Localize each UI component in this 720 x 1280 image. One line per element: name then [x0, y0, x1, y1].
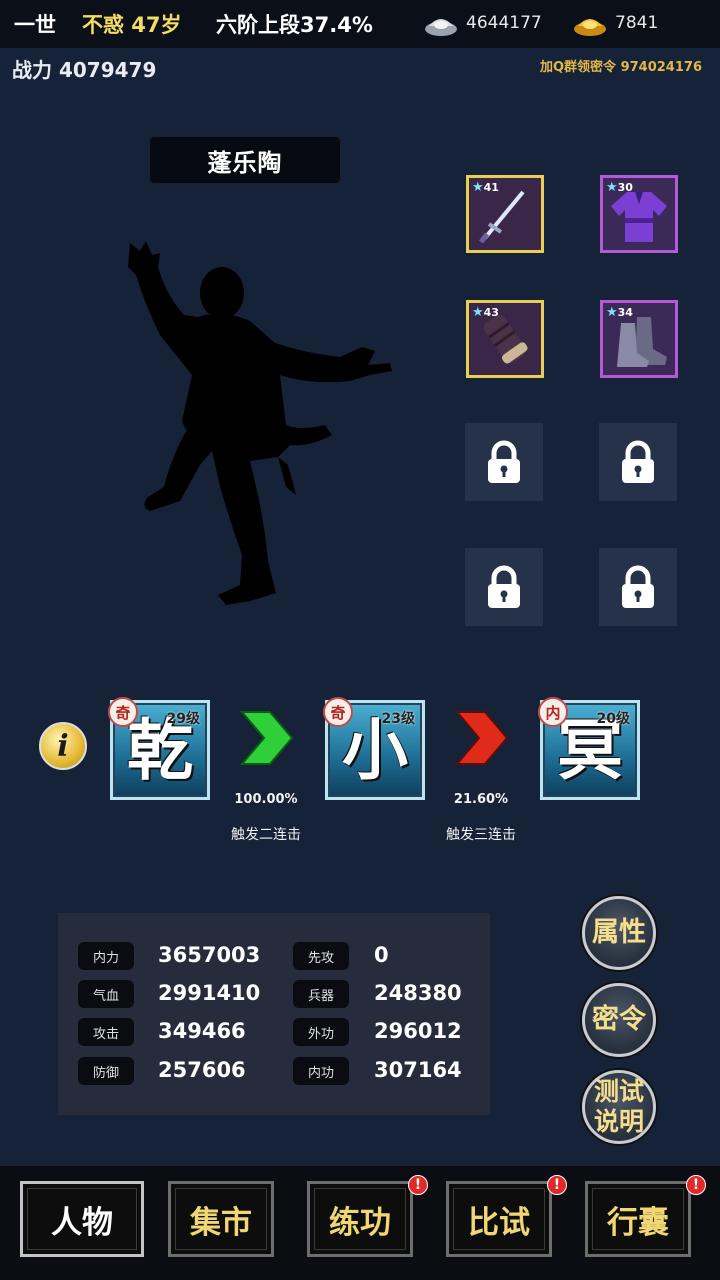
lock-icon: [488, 440, 520, 483]
equip-slot-bracer[interactable]: ★43: [466, 300, 544, 378]
equip-slot-weapon[interactable]: ★41: [466, 175, 544, 253]
lock-icon: [622, 565, 654, 608]
stat-label: 内力: [78, 942, 134, 970]
stat-label: 内功: [293, 1057, 349, 1085]
chain-trigger-1: 触发二连击: [231, 827, 301, 843]
skill-type-badge: 内: [538, 697, 568, 727]
nav-tab-character[interactable]: 人物: [20, 1181, 144, 1257]
chevron-right-icon: [454, 711, 509, 765]
locked-slot-2[interactable]: [599, 423, 677, 501]
gold-amount: 7841: [615, 13, 659, 33]
equip-level: ★30: [606, 180, 633, 195]
skill-type-badge: 奇: [323, 697, 353, 727]
stat-value: 0: [374, 943, 389, 967]
nav-tab-training[interactable]: 练功: [307, 1181, 413, 1257]
stat-label: 先攻: [293, 942, 349, 970]
promo-text[interactable]: 加Q群领密令 974024176: [540, 56, 702, 75]
stat-value: 349466: [158, 1019, 246, 1043]
combat-power: 战力 4079479: [12, 58, 157, 82]
character-name: 蓬乐陶: [150, 137, 340, 183]
secret-code-button[interactable]: 密令: [582, 983, 656, 1057]
lock-icon: [622, 440, 654, 483]
stat-label: 兵器: [293, 980, 349, 1008]
stat-value: 248380: [374, 981, 462, 1005]
info-button[interactable]: i: [39, 722, 87, 770]
stat-value: 2991410: [158, 981, 261, 1005]
locked-slot-3[interactable]: [465, 548, 543, 626]
chain-percent-1: 100.00%: [234, 792, 298, 807]
equip-slot-boots[interactable]: ★34: [600, 300, 678, 378]
skill-level: 29级: [166, 711, 200, 727]
top-status-bar: 一世 不惑 47岁 六阶上段37.4% 4644177 7841: [0, 0, 720, 48]
test-info-line2: 说明: [593, 1107, 644, 1136]
notification-badge: !: [408, 1175, 428, 1195]
stat-value: 3657003: [158, 943, 261, 967]
silver-amount: 4644177: [466, 13, 542, 33]
silver-ingot-icon: [425, 19, 457, 36]
equip-slot-armor[interactable]: ★30: [600, 175, 678, 253]
test-info-button[interactable]: 测试 说明: [582, 1070, 656, 1144]
stat-value: 257606: [158, 1058, 246, 1082]
stat-label: 攻击: [78, 1018, 134, 1046]
stat-value: 307164: [374, 1058, 462, 1082]
nav-tab-duel[interactable]: 比试: [446, 1181, 552, 1257]
life-counter: 一世: [14, 13, 56, 37]
chain-percent-2: 21.60%: [453, 792, 509, 807]
gold-ingot-icon: [574, 19, 606, 36]
cultivation-rank: 六阶上段37.4%: [216, 13, 373, 37]
skill-slot-1[interactable]: 乾 29级 奇: [108, 697, 210, 800]
notification-badge: !: [686, 1175, 706, 1195]
test-info-line1: 测试: [593, 1077, 644, 1106]
skill-level: 23级: [381, 711, 415, 727]
stat-label: 防御: [78, 1057, 134, 1085]
nav-tab-bag[interactable]: 行囊: [585, 1181, 691, 1257]
locked-slot-1[interactable]: [465, 423, 543, 501]
stat-label: 外功: [293, 1018, 349, 1046]
chain-trigger-2: 触发三连击: [446, 827, 516, 843]
skill-type-badge: 奇: [108, 697, 138, 727]
attributes-button[interactable]: 属性: [582, 896, 656, 970]
nav-tab-market[interactable]: 集市: [168, 1181, 274, 1257]
age-title: 不惑 47岁: [82, 13, 182, 37]
skill-level: 20级: [596, 711, 630, 727]
lock-icon: [488, 565, 520, 608]
chevron-right-icon: [239, 711, 294, 765]
notification-badge: !: [547, 1175, 567, 1195]
skill-slot-2[interactable]: 小 23级 奇: [323, 697, 425, 800]
stat-value: 296012: [374, 1019, 462, 1043]
character-silhouette: [128, 241, 392, 605]
equip-level: ★43: [472, 305, 499, 320]
skill-slot-3[interactable]: 冥 20级 内: [538, 697, 640, 800]
stat-label: 气血: [78, 980, 134, 1008]
locked-slot-4[interactable]: [599, 548, 677, 626]
stats-panel: 内力 3657003 先攻 0 气血 2991410 兵器 248380 攻击 …: [58, 913, 490, 1115]
equip-level: ★41: [472, 180, 499, 195]
equip-level: ★34: [606, 305, 633, 320]
